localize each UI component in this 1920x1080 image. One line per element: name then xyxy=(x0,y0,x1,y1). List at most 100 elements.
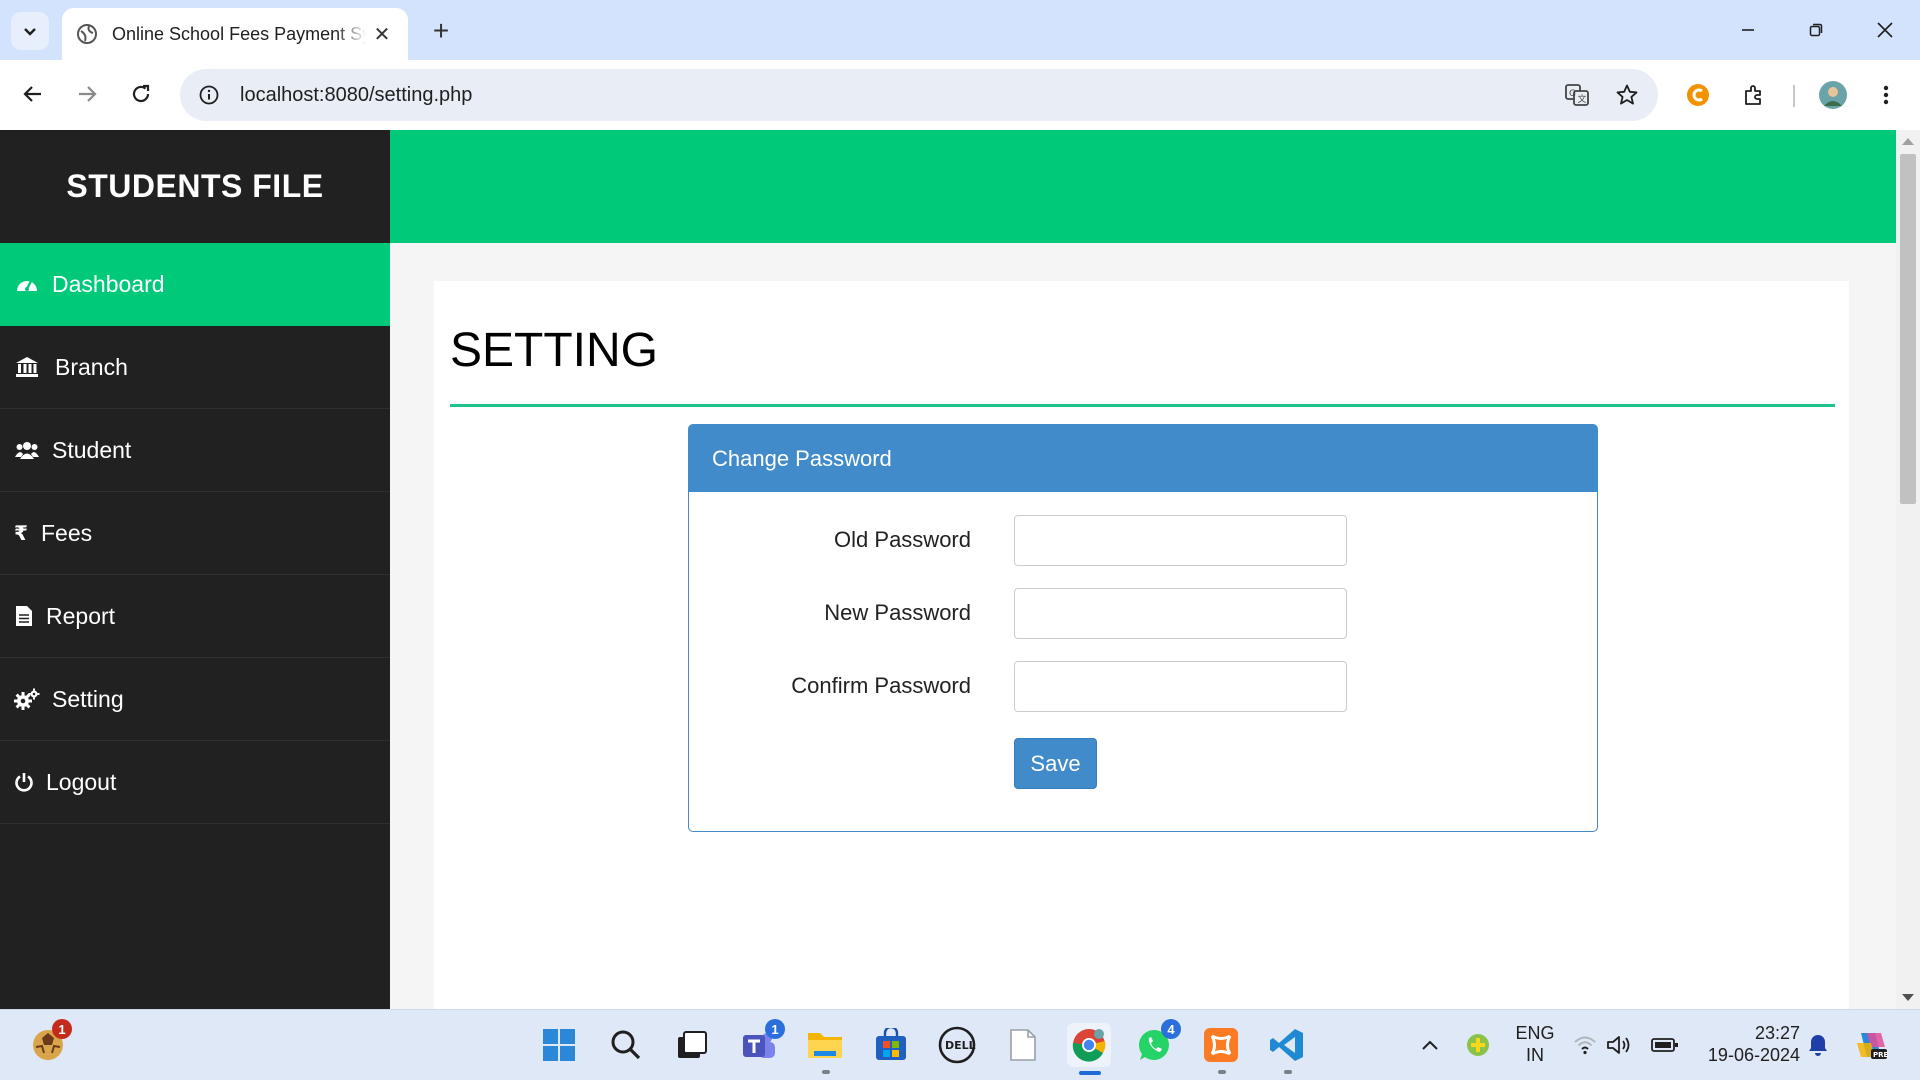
search-icon xyxy=(611,1030,641,1060)
title-divider xyxy=(450,404,1835,407)
new-password-field[interactable] xyxy=(1014,588,1347,639)
notification-bell-icon[interactable] xyxy=(1800,1023,1836,1067)
sidebar-item-logout[interactable]: Logout xyxy=(0,741,390,824)
task-view-button[interactable] xyxy=(670,1023,714,1067)
windows-logo-icon xyxy=(543,1029,575,1061)
taskbar-widgets-button[interactable]: 1 xyxy=(26,1019,72,1067)
sidebar-item-label: Report xyxy=(46,602,116,629)
minimize-button[interactable] xyxy=(1726,10,1770,50)
battery-icon[interactable] xyxy=(1650,1023,1680,1067)
page-scrollbar[interactable] xyxy=(1896,130,1920,1009)
globe-icon xyxy=(77,24,97,44)
save-button[interactable]: Save xyxy=(1014,738,1097,789)
taskbar-whatsapp-button[interactable]: 4 xyxy=(1133,1019,1181,1067)
copilot-icon[interactable]: PRE xyxy=(1849,1023,1893,1067)
wifi-icon[interactable] xyxy=(1570,1023,1600,1067)
restore-icon xyxy=(1809,23,1823,37)
new-password-row: New Password xyxy=(689,588,1597,639)
task-view-icon xyxy=(678,1031,707,1058)
confirm-password-field[interactable] xyxy=(1014,661,1347,712)
sidebar-item-label: Student xyxy=(52,436,132,463)
taskbar: 1 1 DELL 4 ENG IN 23:27 19-06-2024 PRE xyxy=(0,1009,1920,1080)
browser-tab[interactable]: Online School Fees Payment System ✕ xyxy=(62,8,408,60)
running-indicator xyxy=(1284,1070,1292,1074)
sidebar-item-label: Branch xyxy=(55,353,128,380)
clock[interactable]: 23:27 19-06-2024 xyxy=(1690,1022,1800,1066)
close-tab-icon[interactable]: ✕ xyxy=(370,22,394,47)
sidebar-item-dashboard[interactable]: Dashboard xyxy=(0,243,390,326)
taskbar-vscode-button[interactable] xyxy=(1265,1023,1309,1074)
volume-icon[interactable] xyxy=(1604,1023,1634,1067)
svg-text:文: 文 xyxy=(1578,93,1587,105)
confirm-password-label: Confirm Password xyxy=(791,673,971,698)
scroll-down-arrow-icon[interactable] xyxy=(1902,994,1914,1001)
taskbar-store-button[interactable] xyxy=(869,1023,913,1067)
vscode-icon xyxy=(1270,1029,1303,1061)
arrow-right-icon xyxy=(79,86,97,102)
sidebar-item-label: Dashboard xyxy=(52,270,165,297)
translate-icon[interactable]: G文 xyxy=(1560,78,1594,112)
taskbar-search-button[interactable] xyxy=(604,1023,648,1067)
forward-button[interactable] xyxy=(67,74,107,114)
sidebar-item-fees[interactable]: ₹ Fees xyxy=(0,492,390,575)
taskbar-xampp-button[interactable] xyxy=(1199,1023,1243,1074)
sidebar-item-branch[interactable]: Branch xyxy=(0,326,390,409)
restore-button[interactable] xyxy=(1794,10,1838,50)
chevron-up-icon xyxy=(1422,1040,1438,1050)
confirm-password-row: Confirm Password xyxy=(689,661,1597,712)
reload-button[interactable] xyxy=(121,74,161,114)
folder-icon xyxy=(808,1033,842,1058)
language-indicator[interactable]: ENG IN xyxy=(1510,1022,1560,1066)
notification-badge: 1 xyxy=(52,1019,72,1039)
sidebar-item-student[interactable]: Student xyxy=(0,409,390,492)
rupee-icon: ₹ xyxy=(14,522,28,545)
start-button[interactable] xyxy=(537,1023,581,1067)
address-bar[interactable]: localhost:8080/setting.php G文 xyxy=(180,69,1658,121)
old-password-row: Old Password xyxy=(689,515,1597,566)
dell-logo-icon: DELL xyxy=(938,1026,976,1064)
running-indicator xyxy=(1218,1070,1226,1074)
brand-title[interactable]: STUDENTS FILE xyxy=(0,130,390,243)
tab-search-button[interactable] xyxy=(11,12,49,50)
new-tab-button[interactable]: + xyxy=(424,14,458,48)
toolbar-separator xyxy=(1793,85,1795,107)
blank-file-icon xyxy=(1010,1029,1036,1061)
sidebar-item-label: Setting xyxy=(52,685,124,712)
bookmark-star-icon[interactable] xyxy=(1610,78,1644,112)
back-button[interactable] xyxy=(13,74,53,114)
clock-time: 23:27 xyxy=(1754,1023,1800,1043)
language-code: ENG xyxy=(1515,1023,1555,1043)
scroll-thumb[interactable] xyxy=(1900,154,1916,504)
taskbar-chrome-button[interactable] xyxy=(1067,1023,1111,1075)
sidebar-item-report[interactable]: Report xyxy=(0,575,390,658)
teams-badge: 1 xyxy=(765,1019,785,1039)
close-icon xyxy=(1877,22,1893,38)
tray-security-icon[interactable] xyxy=(1456,1023,1500,1067)
site-info-icon[interactable] xyxy=(192,78,226,112)
taskbar-dell-button[interactable]: DELL xyxy=(935,1023,979,1067)
browser-menu-icon[interactable] xyxy=(1868,77,1904,113)
scroll-up-arrow-icon[interactable] xyxy=(1902,138,1914,145)
old-password-field[interactable] xyxy=(1014,515,1347,566)
taskbar-notepad-button[interactable] xyxy=(1001,1023,1045,1067)
store-icon xyxy=(876,1028,906,1060)
new-password-label: New Password xyxy=(824,600,971,625)
region-code: IN xyxy=(1526,1045,1544,1065)
arrow-left-icon xyxy=(23,86,41,102)
profile-avatar[interactable] xyxy=(1815,77,1851,113)
extensions-puzzle-icon[interactable] xyxy=(1736,77,1772,113)
main-content: SETTING Change Password Old Password New… xyxy=(434,281,1849,1009)
page-title: SETTING xyxy=(450,324,659,377)
close-window-button[interactable] xyxy=(1863,10,1907,50)
show-hidden-icons-button[interactable] xyxy=(1408,1023,1452,1067)
svg-text:PRE: PRE xyxy=(1873,1051,1889,1059)
sidebar-item-setting[interactable]: Setting xyxy=(0,658,390,741)
browser-toolbar: localhost:8080/setting.php G文 xyxy=(0,60,1920,130)
reload-icon xyxy=(132,84,150,103)
minimize-icon xyxy=(1742,29,1754,31)
top-header-bar xyxy=(390,130,1896,243)
taskbar-teams-button[interactable]: 1 xyxy=(737,1019,785,1067)
taskbar-file-explorer-button[interactable] xyxy=(803,1023,847,1074)
extension-c-icon[interactable] xyxy=(1680,77,1716,113)
url-text[interactable]: localhost:8080/setting.php xyxy=(240,84,472,107)
